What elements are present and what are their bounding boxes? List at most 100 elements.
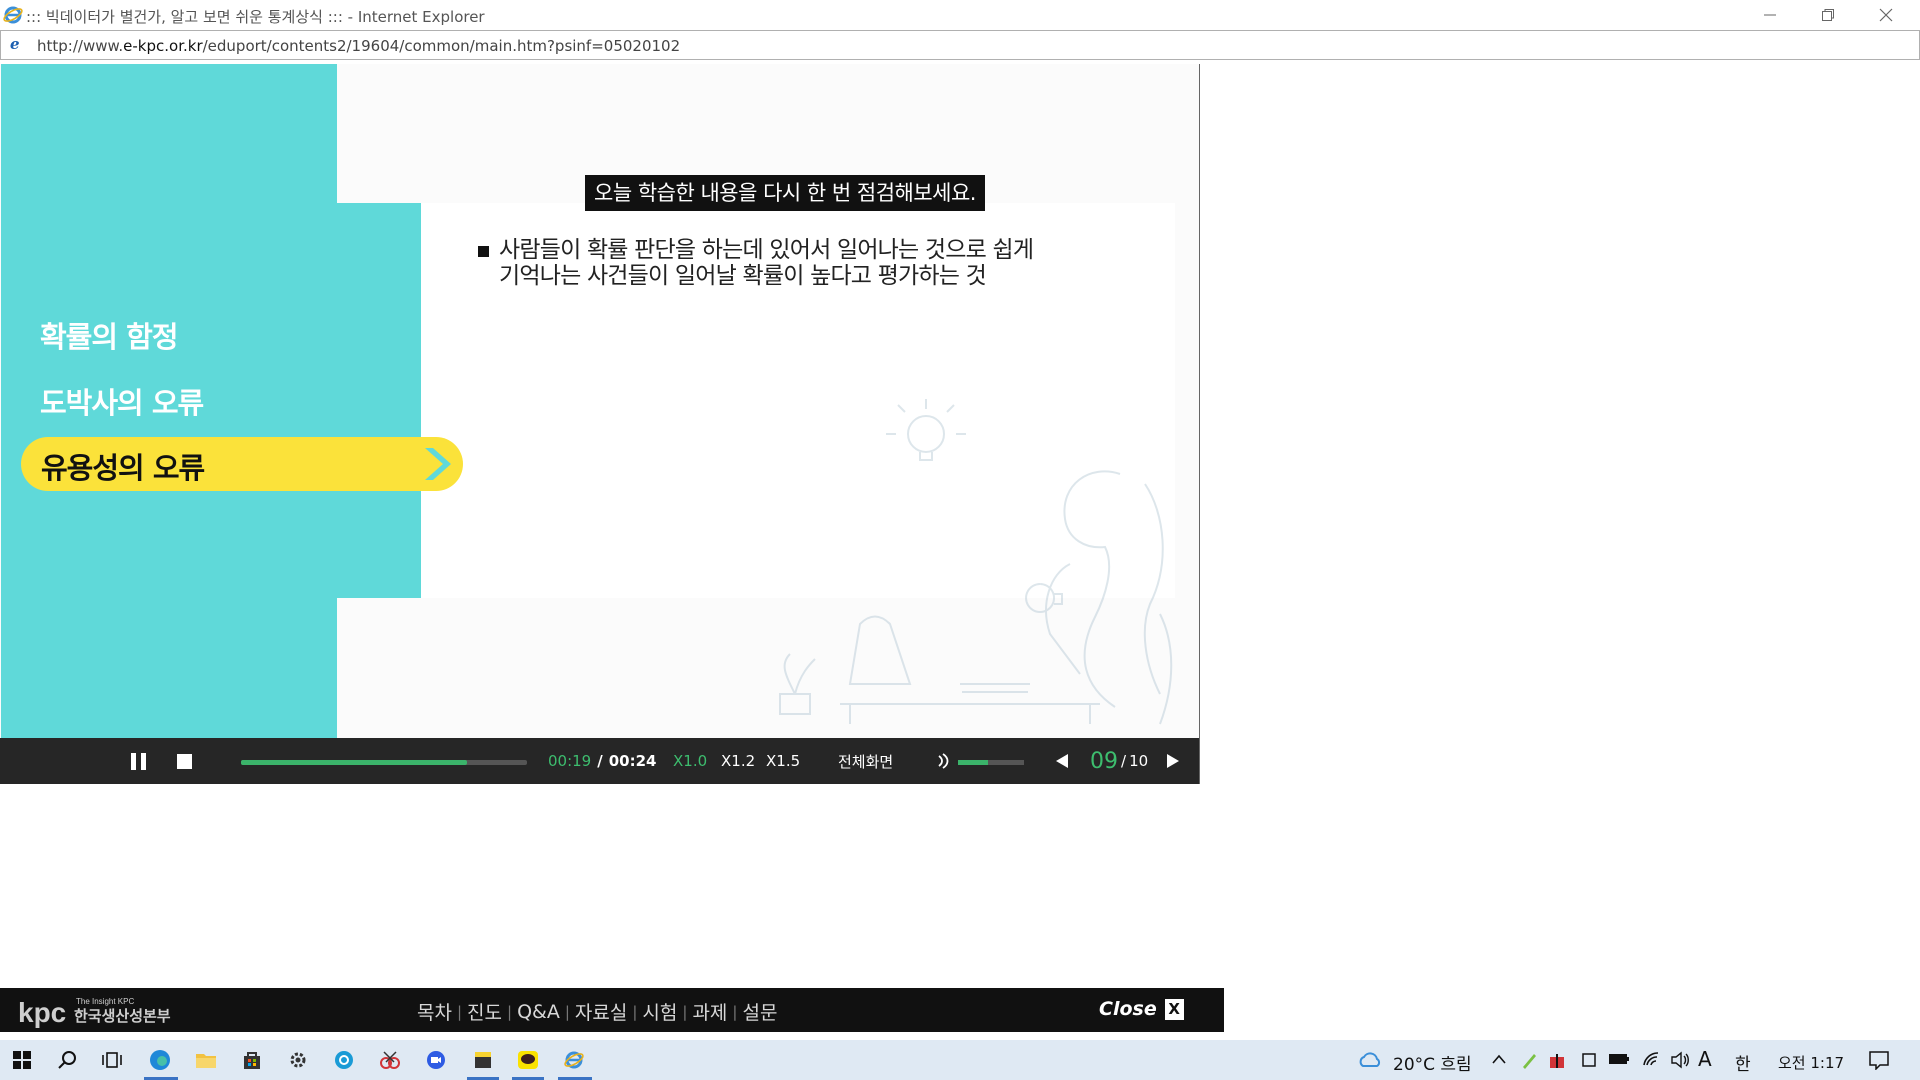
progress-fill [241, 760, 467, 765]
svg-text:e: e [10, 35, 20, 53]
menu-item-gamblers-fallacy[interactable]: 도박사의 오류 [40, 380, 204, 422]
close-window-button[interactable] [1857, 0, 1915, 30]
nav-exam[interactable]: 시험 [642, 998, 677, 1025]
page-current: 09 [1090, 748, 1118, 774]
clock[interactable]: 오전 1:17 [1778, 1052, 1844, 1073]
start-button[interactable] [8, 1046, 36, 1074]
taskbar-app-q[interactable] [330, 1046, 358, 1074]
taskbar-internet-explorer[interactable] [560, 1046, 588, 1074]
nav-resources[interactable]: 자료실 [575, 998, 627, 1025]
course-close-button[interactable]: Close X [1099, 998, 1184, 1020]
battery-icon[interactable] [1608, 1052, 1630, 1066]
cloud-icon [1359, 1052, 1381, 1067]
speed-1-0-button[interactable]: X1.0 [673, 738, 707, 784]
url-prefix: http://www. [37, 37, 124, 55]
notification-icon[interactable] [1868, 1050, 1890, 1070]
task-view-button[interactable] [98, 1046, 126, 1074]
stop-button[interactable] [177, 754, 192, 769]
kakaotalk-icon [518, 1051, 538, 1069]
page-separator: / [1121, 752, 1127, 770]
svg-text:한국생산성본부: 한국생산성본부 [74, 1007, 171, 1025]
task-view-icon [102, 1052, 122, 1068]
menu-item-label: 유용성의 오류 [41, 451, 205, 485]
pause-button[interactable] [126, 738, 154, 784]
nav-progress[interactable]: 진도 [467, 998, 502, 1025]
store-icon [244, 1052, 260, 1069]
menu-item-availability-error[interactable]: 유용성의 오류 [21, 437, 463, 491]
close-label: Close [1099, 998, 1157, 1020]
taskbar-zoom[interactable] [422, 1046, 450, 1074]
address-bar[interactable]: e http://www.e-kpc.or.kr/eduport/content… [0, 30, 1920, 60]
page-indicator: 09 / 10 [1090, 738, 1148, 784]
edge-icon [150, 1050, 170, 1070]
chevron-up-icon[interactable] [1492, 1054, 1506, 1064]
url-path: /eduport/contents2/19604/common/main.htm… [202, 37, 681, 55]
volume-slider[interactable] [958, 760, 1024, 765]
next-page-button[interactable] [1166, 738, 1180, 784]
address-url[interactable]: http://www.e-kpc.or.kr/eduport/contents2… [37, 37, 680, 55]
course-menu-bar: kpc The Insight KPC 한국생산성본부 목차 | 진도 | Q&… [0, 988, 1224, 1032]
weather-readout[interactable]: 20°C 흐림 [1393, 1050, 1472, 1075]
gift-tray-icon[interactable] [1548, 1050, 1566, 1070]
menu-item-probability-trap[interactable]: 확률의 함정 [40, 314, 178, 356]
folder-icon [196, 1054, 216, 1068]
time-separator: / [597, 752, 603, 770]
taskbar-file-explorer[interactable] [192, 1046, 220, 1074]
video-call-icon [427, 1051, 445, 1069]
ime-mode-indicator[interactable]: A [1698, 1047, 1712, 1071]
window-titlebar: ::: 빅데이터가 별건가, 알고 보면 쉬운 통계상식 ::: - Inter… [0, 0, 1920, 30]
window-title: ::: 빅데이터가 별건가, 알고 보면 쉬운 통계상식 ::: - Inter… [26, 8, 485, 26]
fullscreen-button[interactable]: 전체화면 [838, 738, 893, 784]
kpc-logo: kpc The Insight KPC 한국생산성본부 [18, 997, 171, 1028]
speed-1-2-button[interactable]: X1.2 [721, 738, 755, 784]
taskbar-kakaotalk[interactable] [514, 1046, 542, 1074]
progress-bar[interactable] [241, 760, 527, 765]
taskbar-snip[interactable] [376, 1046, 404, 1074]
nav-qna[interactable]: Q&A [517, 1001, 560, 1023]
snipping-icon [380, 1051, 400, 1069]
svg-text:kpc: kpc [18, 997, 66, 1028]
wifi-icon[interactable] [1642, 1051, 1662, 1067]
close-icon [1879, 8, 1893, 22]
minimize-button[interactable] [1741, 0, 1799, 30]
player-controls: 00:19 / 00:24 X1.0 X1.2 X1.5 전체화면 09 / 1… [0, 738, 1199, 784]
current-time: 00:19 [548, 752, 592, 770]
nav-survey[interactable]: 설문 [742, 998, 777, 1025]
taskbar-settings[interactable] [284, 1046, 312, 1074]
q-app-icon [335, 1051, 353, 1069]
search-icon [58, 1051, 76, 1069]
speed-1-5-button[interactable]: X1.5 [766, 738, 800, 784]
nav-assignment[interactable]: 과제 [692, 998, 727, 1025]
summary-line-2: 기억나는 사건들이 일어날 확률이 높다고 평가하는 것 [499, 263, 987, 289]
svg-text:The Insight KPC: The Insight KPC [76, 997, 134, 1006]
time-display: 00:19 / 00:24 [548, 738, 656, 784]
prev-page-button[interactable] [1055, 738, 1069, 784]
volume-icon [938, 753, 949, 769]
nav-toc[interactable]: 목차 [417, 998, 452, 1025]
volume-button[interactable] [936, 738, 950, 784]
speaker-icon[interactable] [1670, 1051, 1690, 1069]
chevron-right-icon [425, 448, 451, 480]
course-player: 확률의 함정 도박사의 오류 유용성의 오류 오늘 학습한 내용을 다시 한 번… [0, 64, 1200, 784]
total-time: 00:24 [608, 752, 657, 770]
taskbar-store[interactable] [238, 1046, 266, 1074]
volume-fill [958, 760, 988, 765]
taskbar-edge[interactable] [146, 1046, 174, 1074]
person-at-desk-illustration [779, 399, 1173, 725]
bullet-icon [478, 246, 489, 257]
windows-taskbar: 20°C 흐림 A 한 오전 1:17 [0, 1040, 1920, 1080]
search-button[interactable] [53, 1046, 81, 1074]
device-tray-icon[interactable] [1581, 1050, 1597, 1070]
triangle-left-icon [1056, 754, 1068, 768]
close-x-icon: X [1164, 998, 1184, 1020]
ie-page-icon: e [10, 35, 20, 53]
gear-icon [290, 1052, 306, 1068]
ime-language-indicator[interactable]: 한 [1735, 1050, 1751, 1075]
taskbar-sticky-notes[interactable] [469, 1046, 497, 1074]
sticky-notes-icon [475, 1052, 491, 1068]
internet-explorer-taskbar-icon [564, 1051, 584, 1069]
restore-button[interactable] [1799, 0, 1857, 30]
summary-text: 사람들이 확률 판단을 하는데 있어서 일어나는 것으로 쉽게 기억나는 사건들… [499, 237, 1034, 289]
page-total: 10 [1129, 752, 1149, 770]
pen-tray-icon[interactable] [1520, 1050, 1538, 1070]
